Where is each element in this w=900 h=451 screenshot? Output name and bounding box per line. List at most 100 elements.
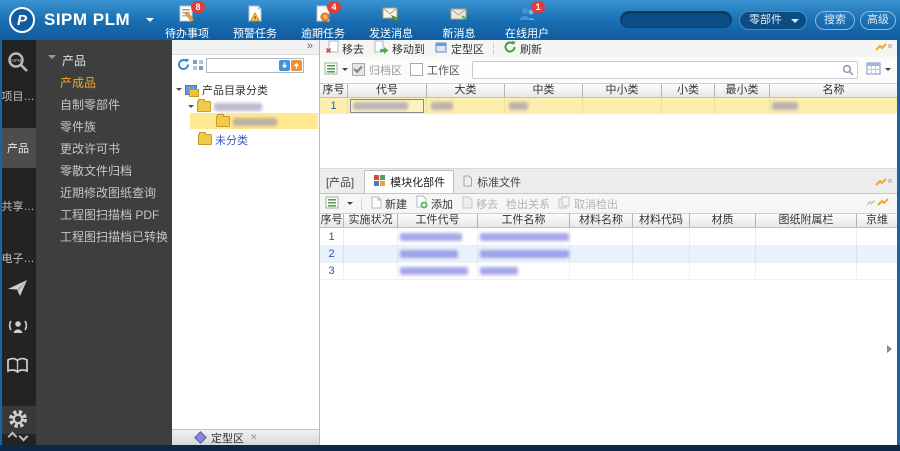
menu-item-selfmade-parts[interactable]: 自制零部件 [60, 96, 120, 114]
tree-locate-icon[interactable] [192, 59, 204, 74]
tab-standard-files[interactable]: 标准文件 [454, 171, 529, 193]
chevron-down-icon[interactable] [885, 68, 891, 74]
new-message-label: 新消息 [442, 28, 476, 40]
alert-tasks-button[interactable]: 预警任务 [228, 2, 282, 41]
move-to-button[interactable]: 移动到 [373, 40, 425, 57]
col-drawing-attr[interactable]: 图纸附属栏 [756, 214, 857, 227]
menu-item-change-permit[interactable]: 更改许可书 [60, 140, 120, 158]
alert-task-label: 预警任务 [233, 28, 277, 40]
col-part-name[interactable]: 工件名称 [478, 214, 570, 227]
fixed-zone-button[interactable]: 定型区 [434, 41, 484, 57]
panel-pin-icon[interactable] [866, 197, 893, 210]
col-code[interactable]: 代号 [348, 84, 427, 97]
row-seq: 3 [328, 264, 335, 277]
sipm-logo-icon: P [9, 7, 35, 33]
send-message-label: 发送消息 [369, 28, 413, 40]
panel-float-icon[interactable] [875, 42, 893, 55]
nav-tab-share[interactable]: 共享… [0, 190, 36, 222]
tree-search-down-icon[interactable] [279, 60, 290, 74]
menu-item-scattered-files[interactable]: 零散文件归档 [60, 162, 132, 180]
menu-item-scan-converted[interactable]: 工程图扫描档已转换 [60, 228, 168, 246]
tree-node-redacted-selected[interactable] [216, 114, 277, 129]
remove-button[interactable]: 移去 [325, 40, 364, 57]
col-impl-status[interactable]: 实施状况 [344, 214, 398, 227]
refresh-button[interactable]: 刷新 [503, 40, 542, 57]
menu-group-header[interactable]: 产品 [48, 52, 86, 69]
menu-item-recent-drawing-query[interactable]: 近期修改图纸查询 [60, 184, 156, 202]
col-mid-class[interactable]: 中类 [505, 84, 583, 97]
workspace-checkbox[interactable] [410, 63, 423, 76]
col-major-class[interactable]: 大类 [427, 84, 505, 97]
content-region: 移去 移动到 定型区 刷新 归档区 工作区 序号 代号 大类 中类 中小类 小类… [320, 40, 897, 445]
col-clipped[interactable]: 京维 [857, 214, 897, 227]
nav-tab-electronic[interactable]: 电子… [0, 242, 36, 274]
bom-row[interactable]: 2 [320, 245, 897, 263]
nav-tab-project[interactable]: 项目… [0, 80, 36, 112]
fixed-zone-bar[interactable]: 定型区 ✕ [172, 429, 319, 445]
fixed-zone-icon [434, 41, 448, 57]
advanced-search-button[interactable]: 高级 [860, 11, 896, 30]
sipm-search-icon[interactable]: SIPM [0, 50, 36, 77]
redacted-text [772, 102, 798, 110]
search-button[interactable]: 搜索 [815, 11, 855, 30]
remove-button-disabled[interactable]: 移去 [461, 196, 498, 212]
checkout-relation-button-disabled[interactable]: 检出关系 [506, 196, 550, 212]
view-list-icon[interactable] [324, 62, 338, 78]
send-message-button[interactable]: 发送消息 [364, 2, 418, 41]
todo-items-button[interactable]: 待办事项 8 [160, 1, 214, 41]
search-category-select[interactable]: 零部件 [739, 11, 807, 30]
bom-row[interactable]: 3 [320, 262, 897, 280]
col-material-code[interactable]: 材料代码 [633, 214, 690, 227]
product-row-selected[interactable]: 1 [320, 98, 897, 114]
scroll-right-arrow[interactable] [887, 345, 896, 353]
strip-scroll-arrows[interactable] [0, 429, 36, 443]
col-smallest-class[interactable]: 最小类 [715, 84, 770, 97]
tab-modular-parts[interactable]: 模块化部件 [364, 170, 455, 193]
paper-plane-icon[interactable] [0, 278, 36, 301]
book-icon[interactable] [0, 356, 36, 379]
col-mid-small-class[interactable]: 中小类 [583, 84, 662, 97]
redacted-text [214, 102, 262, 111]
menu-item-part-family[interactable]: 零件族 [60, 118, 96, 136]
broadcast-user-icon[interactable] [0, 316, 36, 341]
bom-row[interactable]: 1 [320, 228, 897, 246]
tree-node-root[interactable]: 产品目录分类 [176, 82, 268, 97]
col-seq[interactable]: 序号 [320, 84, 348, 97]
col-seq[interactable]: 序号 [320, 214, 344, 227]
window-frame-bottom [0, 445, 900, 451]
col-small-class[interactable]: 小类 [662, 84, 715, 97]
tree-node-redacted-parent[interactable] [188, 99, 262, 114]
tree-collapse-strip: » [172, 40, 319, 55]
tree-node-unclassified[interactable]: 未分类 [198, 132, 248, 147]
nav-tab-product[interactable]: 产品 [0, 128, 36, 168]
tree-refresh-icon[interactable] [177, 58, 190, 74]
col-part-code[interactable]: 工件代号 [398, 214, 478, 227]
col-material-name[interactable]: 材料名称 [570, 214, 633, 227]
table-view-icon[interactable] [866, 62, 881, 78]
add-label: 添加 [431, 198, 453, 211]
panel-float-icon[interactable] [875, 177, 893, 190]
close-icon[interactable]: ✕ [250, 432, 258, 443]
online-users-button[interactable]: 在线用户 1 [500, 1, 554, 41]
new-button[interactable]: 新建 [370, 196, 407, 212]
tree-search-up-icon[interactable] [291, 60, 302, 74]
triangle-down-icon [176, 88, 182, 94]
products-search-input[interactable] [472, 60, 858, 79]
menu-item-scan-pdf[interactable]: 工程图扫描档 PDF [60, 206, 159, 224]
inline-code-editor[interactable] [350, 99, 424, 113]
app-menu-caret-icon[interactable] [146, 18, 154, 26]
col-material[interactable]: 材质 [690, 214, 756, 227]
add-button[interactable]: 添加 [415, 195, 453, 212]
chevron-down-icon[interactable] [347, 202, 353, 208]
new-message-button[interactable]: 新消息 [432, 2, 486, 41]
cancel-checkout-button-disabled[interactable]: 取消检出 [558, 196, 618, 212]
view-list-icon[interactable] [325, 196, 339, 212]
menu-item-finished-product[interactable]: 产成品 [60, 74, 96, 92]
archive-zone-checkbox[interactable] [352, 63, 365, 76]
overdue-tasks-button[interactable]: 逾期任务 4 [296, 1, 350, 41]
collapse-chevrons[interactable]: » [307, 40, 313, 52]
col-name[interactable]: 名称 [770, 84, 897, 97]
global-search-input[interactable] [620, 11, 732, 28]
chevron-down-icon[interactable] [342, 68, 348, 74]
tab-product[interactable]: [产品] [320, 171, 360, 193]
